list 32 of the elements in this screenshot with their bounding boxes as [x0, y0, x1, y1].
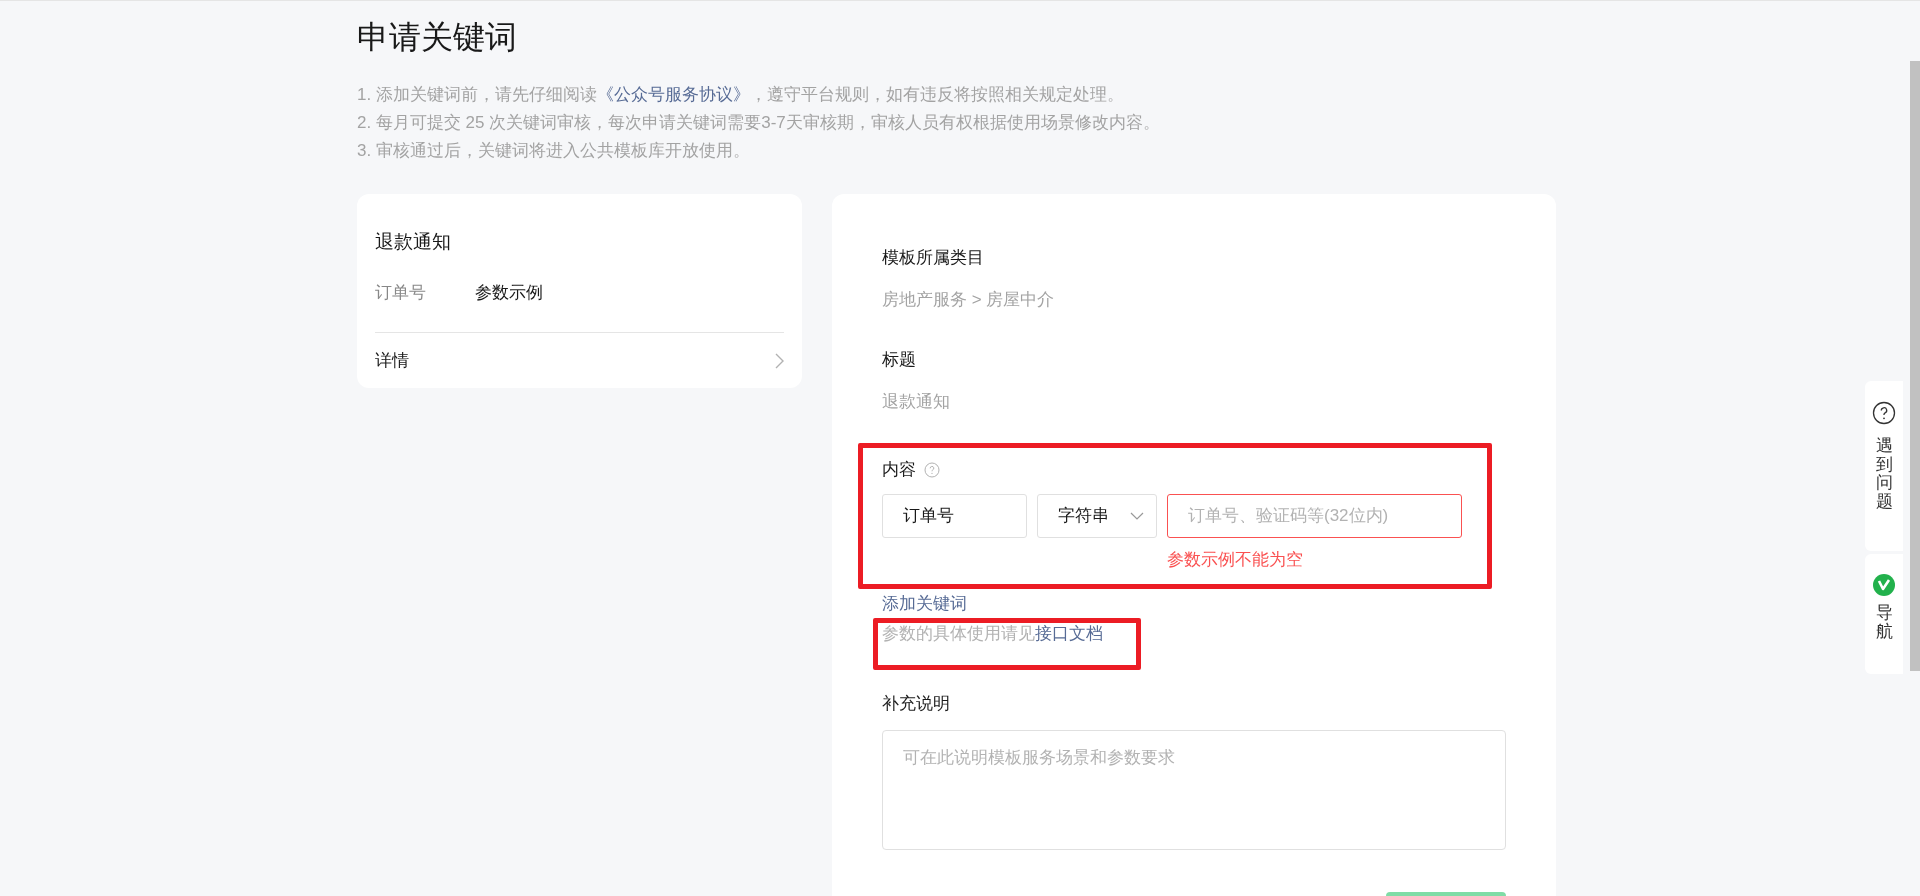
title-value: 退款通知 — [882, 391, 951, 413]
field-value: 参数示例 — [475, 282, 543, 304]
caret-icon — [1130, 512, 1144, 520]
agreement-link[interactable]: 《公众号服务协议》 — [596, 85, 750, 104]
remarks-textarea[interactable]: 可在此说明模板服务场景和参数要求 — [882, 730, 1506, 850]
widget-label: 遇到问题 — [1875, 437, 1893, 512]
note-text: 3. 审核通过后，关键词将进入公共模板库开放使用。 — [357, 140, 751, 162]
side-widget-button[interactable]: 导航 — [1865, 554, 1903, 674]
help-icon[interactable] — [924, 462, 940, 478]
api-docs-link[interactable]: 接口文档 — [1035, 624, 1103, 643]
help-text: 参数的具体使用请见接口文档 — [882, 623, 1104, 645]
category-value: 房地产服务 > 房屋中介 — [882, 289, 1056, 311]
chevron-right-icon — [775, 352, 784, 369]
note-text: 1. 添加关键词前，请先仔细阅读《公众号服务协议》，遵守平台规则，如有违反将按照相关规定处理。 — [357, 84, 1125, 106]
help-icon — [1872, 401, 1896, 425]
page-title: 申请关键词 — [357, 18, 518, 57]
add-keyword-link[interactable]: 添加关键词 — [882, 592, 967, 616]
keyword-name-field[interactable]: 订单号 — [882, 494, 1027, 538]
widget-label: 导航 — [1875, 604, 1893, 642]
example-input-field[interactable]: 订单号、验证码等(32位内) — [1167, 494, 1462, 538]
type-select[interactable]: 字符串 — [1037, 494, 1157, 538]
note-text: 2. 每月可提交 25 次关键词审核，每次申请关键词需要3-7天审核期，审核人员有权根据使用场景修改内容。 — [357, 112, 1161, 134]
detail-link[interactable]: 详情 — [375, 347, 409, 374]
field-label: 补充说明 — [882, 693, 951, 715]
field-label: 模板所属类目 — [882, 247, 985, 269]
field-label: 内容 — [882, 459, 916, 481]
preview-title: 退款通知 — [375, 230, 452, 254]
field-label: 标题 — [882, 349, 917, 371]
error-message: 参数示例不能为空 — [1167, 550, 1303, 569]
logo-icon — [1873, 574, 1895, 596]
side-widget-button[interactable]: 遇到问题 — [1865, 381, 1903, 551]
field-label: 订单号 — [375, 282, 427, 304]
